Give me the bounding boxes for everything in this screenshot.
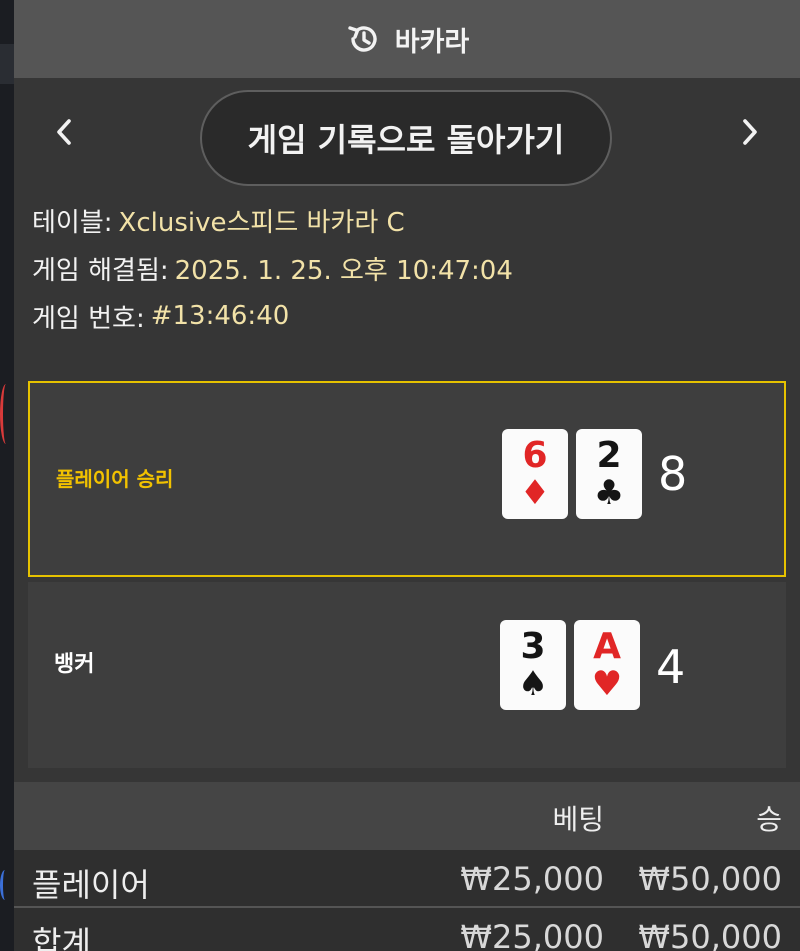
table-label: 테이블:: [32, 207, 113, 238]
card-rank: 3: [520, 626, 546, 667]
player-card-2: 2 ♣: [576, 429, 642, 519]
resolved-value: 2025. 1. 25. 오후 10:47:04: [174, 255, 513, 286]
game-history-panel: 바카라 게임 기록으로 돌아가기 테이블: Xclusive스피드 바카라 C …: [14, 0, 800, 951]
card-rank: 6: [522, 435, 548, 476]
win-amount: ₩50,000: [638, 860, 782, 898]
panel-header: 바카라: [14, 0, 800, 78]
player-hand-label: 플레이어 승리: [56, 467, 174, 491]
total-win-amount: ₩50,000: [638, 918, 782, 951]
banker-card-1: 3 ♠: [500, 620, 566, 710]
total-bet-amount: ₩25,000: [460, 918, 604, 951]
background-fragment: [0, 384, 12, 444]
player-card-1: 6 ♦: [502, 429, 568, 519]
banker-hand-label: 뱅커: [54, 652, 95, 677]
spade-suit-icon: ♠: [517, 664, 549, 704]
diamond-suit-icon: ♦: [519, 473, 551, 513]
banker-score: 4: [656, 640, 686, 694]
chevron-left-icon: [57, 119, 71, 145]
chevron-right-icon: [743, 119, 757, 145]
table-value: Xclusive스피드 바카라 C: [118, 207, 405, 238]
total-label: 합계: [32, 924, 91, 951]
next-game-button[interactable]: [730, 112, 770, 152]
card-rank: 2: [596, 435, 622, 476]
game-number-value: #13:46:40: [150, 301, 290, 331]
heart-suit-icon: ♥: [591, 664, 623, 704]
back-to-history-button[interactable]: 게임 기록으로 돌아가기: [200, 90, 612, 186]
table-info: 테이블: Xclusive스피드 바카라 C: [32, 196, 800, 244]
bet-name: 플레이어: [32, 866, 150, 904]
table-row-total: 합계 ₩25,000 ₩50,000: [14, 908, 800, 951]
background-app-strip: [0, 0, 14, 951]
table-row: 플레이어 ₩25,000 ₩50,000: [14, 850, 800, 908]
bet-amount: ₩25,000: [460, 860, 604, 898]
win-column-header: 승: [756, 803, 782, 836]
background-fragment: [0, 44, 14, 84]
bet-column-header: 베팅: [552, 803, 604, 836]
banker-card-2: A ♥: [574, 620, 640, 710]
background-fragment: [0, 650, 14, 680]
history-navigation: 게임 기록으로 돌아가기: [14, 78, 800, 196]
player-hand: 플레이어 승리 6 ♦ 2 ♣ 8: [28, 381, 786, 577]
panel-title: 바카라: [394, 26, 470, 58]
background-fragment: [0, 870, 10, 900]
game-info: 테이블: Xclusive스피드 바카라 C 게임 해결됨: 2025. 1. …: [14, 196, 800, 340]
bets-table: 베팅 승 플레이어 ₩25,000 ₩50,000 합계 ₩25,000 ₩50…: [14, 782, 800, 951]
history-icon: [345, 21, 381, 57]
player-score: 8: [658, 447, 688, 501]
bets-table-header: 베팅 승: [14, 782, 800, 850]
banker-hand: 뱅커 3 ♠ A ♥ 4: [28, 582, 786, 768]
previous-game-button[interactable]: [44, 112, 84, 152]
card-rank: A: [593, 626, 621, 667]
game-number-info: 게임 번호: #13:46:40: [32, 292, 800, 340]
resolved-info: 게임 해결됨: 2025. 1. 25. 오후 10:47:04: [32, 244, 800, 292]
club-suit-icon: ♣: [593, 473, 625, 513]
game-number-label: 게임 번호:: [32, 303, 145, 334]
resolved-label: 게임 해결됨:: [32, 255, 169, 286]
